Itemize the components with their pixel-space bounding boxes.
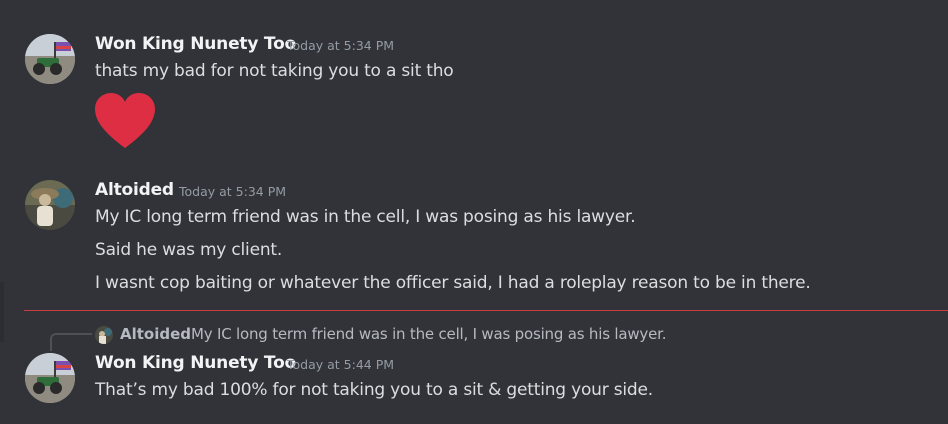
message-timestamp[interactable]: Today at 5:34 PM bbox=[287, 38, 394, 53]
reply-spine bbox=[50, 333, 92, 351]
reply-preview[interactable]: My IC long term friend was in the cell, … bbox=[191, 325, 666, 343]
message-content: That’s my bad 100% for not taking you to… bbox=[95, 380, 653, 400]
message-author[interactable]: Won King Nunety Too bbox=[95, 353, 296, 373]
message-content: thats my bad for not taking you to a sit… bbox=[95, 61, 454, 81]
message-content: I wasnt cop baiting or whatever the offi… bbox=[95, 273, 811, 293]
message-timestamp[interactable]: Today at 5:44 PM bbox=[287, 357, 394, 372]
message-timestamp[interactable]: Today at 5:34 PM bbox=[179, 184, 286, 199]
message-content: Said he was my client. bbox=[95, 240, 283, 260]
monster-truck-avatar bbox=[25, 34, 75, 84]
new-messages-divider bbox=[24, 310, 948, 311]
avatar[interactable] bbox=[25, 353, 75, 403]
monster-truck-avatar bbox=[25, 353, 75, 403]
reply-author[interactable]: Altoided bbox=[120, 325, 191, 343]
figure-avatar bbox=[25, 180, 75, 230]
reply-avatar[interactable] bbox=[95, 326, 113, 344]
chat-message-list: Won King Nunety Too Today at 5:34 PM tha… bbox=[0, 0, 948, 424]
scroll-edge bbox=[0, 282, 4, 342]
message-author[interactable]: Won King Nunety Too bbox=[95, 34, 296, 54]
figure-avatar bbox=[95, 326, 113, 344]
heart-icon bbox=[95, 93, 155, 148]
avatar[interactable] bbox=[25, 34, 75, 84]
message-author[interactable]: Altoided bbox=[95, 180, 174, 200]
message-content: My IC long term friend was in the cell, … bbox=[95, 207, 636, 227]
avatar[interactable] bbox=[25, 180, 75, 230]
previous-message-fragment bbox=[0, 0, 948, 2]
